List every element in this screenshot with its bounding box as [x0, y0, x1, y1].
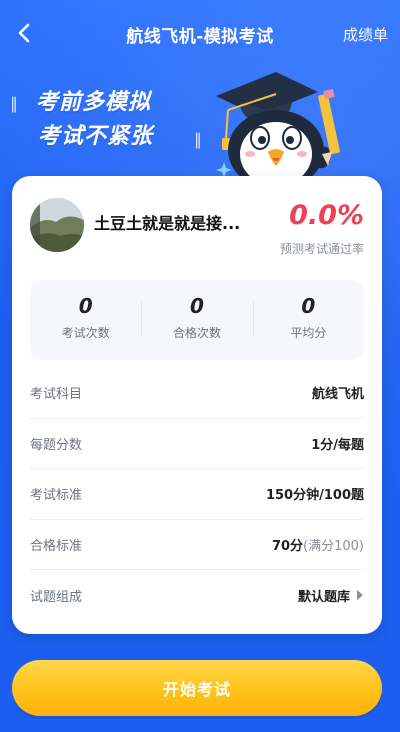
- score-report-link[interactable]: 成绩单: [343, 24, 388, 45]
- detail-label: 每题分数: [30, 437, 83, 453]
- stat-average-score: 0 平均分: [252, 280, 364, 360]
- slogan-line-1: 考前多模拟: [36, 90, 152, 115]
- stat-value: 0: [301, 294, 316, 318]
- detail-note: (满分100): [303, 538, 364, 554]
- question-bank-selector[interactable]: 默认题库: [298, 586, 364, 605]
- avatar[interactable]: [30, 198, 84, 252]
- page-title: 航线飞机-模拟考试: [126, 27, 274, 47]
- pass-rate-value: 0.0%: [289, 200, 364, 231]
- stat-pass-count: 0 合格次数: [141, 280, 252, 360]
- detail-label: 合格标准: [30, 538, 83, 554]
- stat-exam-count: 0 考试次数: [30, 280, 141, 360]
- decor-slashes-right: ∥: [194, 130, 202, 149]
- detail-value: 70分: [271, 538, 304, 554]
- start-exam-label: 开始考试: [162, 680, 231, 699]
- detail-value: 航线飞机: [311, 387, 364, 403]
- exam-details-list: 考试科目 航线飞机 每题分数 1分/每题 考试标准 150分钟/100题 合格标…: [30, 368, 364, 621]
- chevron-right-icon: [357, 590, 363, 601]
- avatar-photo: [30, 198, 84, 252]
- detail-row-standard: 考试标准 150分钟/100题: [30, 469, 364, 520]
- detail-label: 考试标准: [30, 488, 83, 504]
- slogan-banner: ∥ 考前多模拟 考试不紧张 ∥: [10, 86, 202, 154]
- pass-rate-label: 预测考试通过率: [279, 242, 364, 256]
- stat-label: 考试次数: [61, 326, 110, 340]
- detail-row-subject: 考试科目 航线飞机: [30, 368, 364, 419]
- detail-row-pass-standard: 合格标准 70分(满分100): [30, 520, 364, 570]
- detail-value: 默认题库: [297, 589, 350, 605]
- stat-label: 平均分: [290, 326, 327, 340]
- stat-label: 合格次数: [172, 326, 221, 340]
- user-name: 土豆土就是就是接...: [94, 214, 241, 233]
- detail-value: 1分/每题: [311, 437, 364, 453]
- exam-info-card: 土豆土就是就是接... 0.0% 预测考试通过率 0 考试次数 0 合格次数 0…: [12, 176, 382, 634]
- detail-label: 试题组成: [30, 589, 83, 605]
- slogan-line-2: 考试不紧张: [38, 124, 154, 149]
- stat-value: 0: [78, 294, 93, 318]
- penguin-mascot-illustration: [216, 72, 340, 190]
- detail-value: 150分钟/100题: [265, 488, 364, 504]
- detail-row-composition[interactable]: 试题组成 默认题库: [30, 570, 364, 621]
- stats-panel: 0 考试次数 0 合格次数 0 平均分: [30, 280, 364, 360]
- detail-label: 考试科目: [30, 387, 83, 403]
- start-exam-button[interactable]: 开始考试: [12, 660, 382, 716]
- stat-value: 0: [190, 294, 204, 318]
- detail-row-per-question: 每题分数 1分/每题: [30, 419, 364, 469]
- decor-slashes-left: ∥: [10, 94, 18, 113]
- detail-value-group: 70分(满分100): [272, 535, 364, 554]
